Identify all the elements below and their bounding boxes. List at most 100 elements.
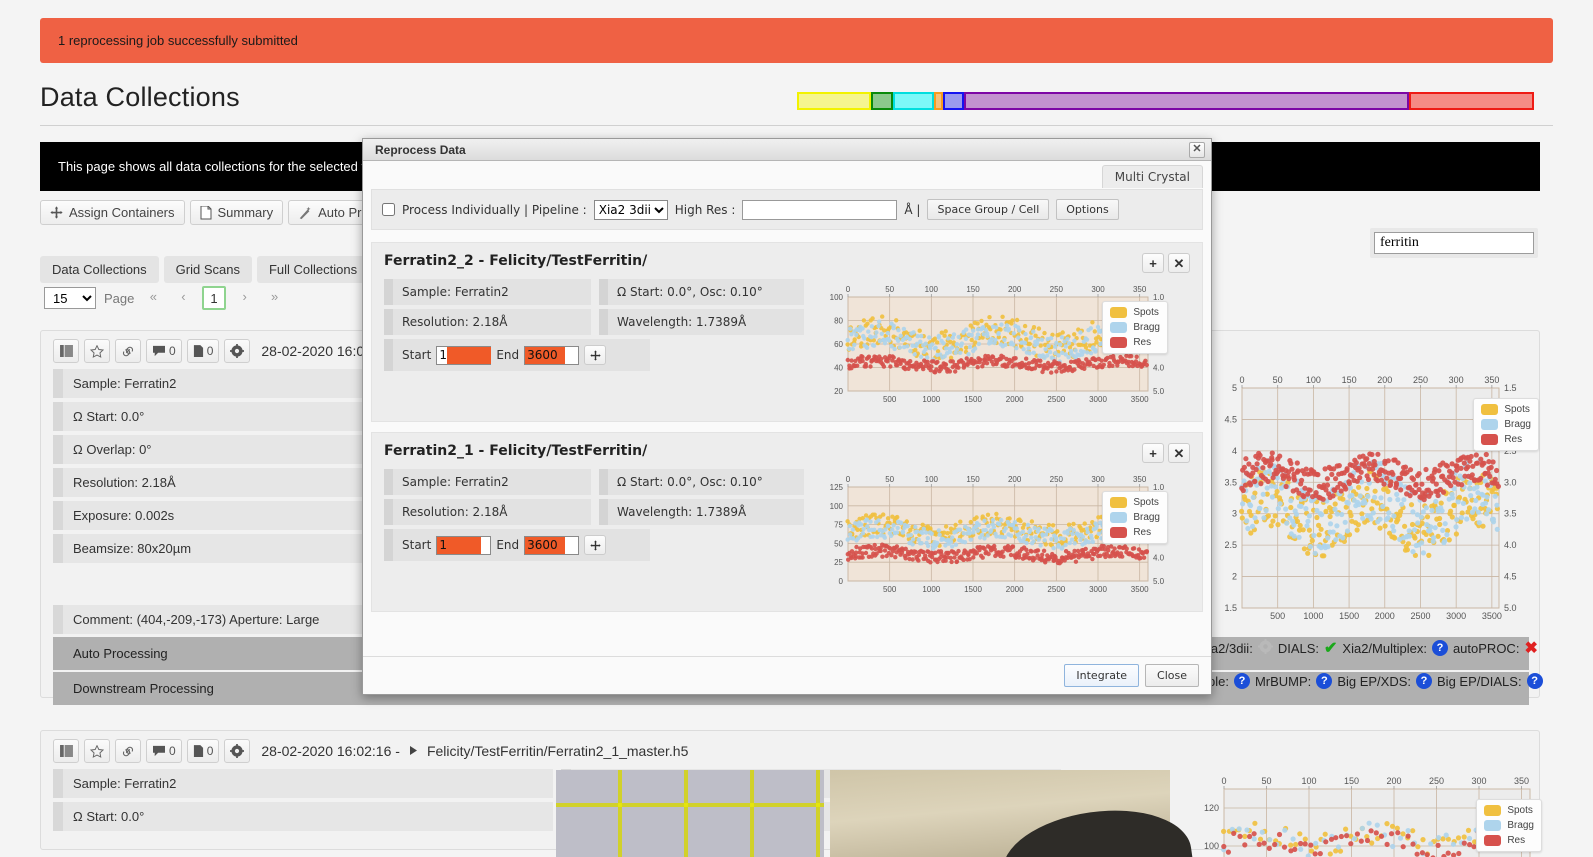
svg-text:3500: 3500 [1131, 395, 1149, 404]
remove-sweep-button[interactable]: ✕ [1168, 253, 1190, 273]
tab-grid-scans[interactable]: Grid Scans [163, 256, 252, 283]
svg-text:1000: 1000 [922, 585, 940, 594]
star-icon[interactable] [84, 339, 110, 363]
comments-button[interactable]: 0 [146, 739, 182, 763]
info-strip-text: This page shows all data collections for… [58, 159, 395, 174]
end-label: End [496, 538, 520, 552]
process-individually-checkbox[interactable] [382, 203, 395, 216]
start-label: Start [402, 348, 432, 362]
question-icon[interactable]: ? [1233, 673, 1250, 689]
svg-text:4.0: 4.0 [1153, 554, 1165, 563]
question-icon[interactable]: ? [1416, 673, 1433, 689]
move-icon[interactable] [584, 345, 607, 365]
card-resolution: Resolution: 2.18Å [384, 499, 591, 525]
colorbar-segment-yellow-pale [797, 92, 872, 110]
tab-full-collections[interactable]: Full Collections [256, 256, 370, 283]
collection-filename[interactable]: Felicity/TestFerritin/Ferratin2_1_master… [427, 743, 688, 759]
pager-current-page[interactable]: 1 [202, 286, 226, 310]
pager-first[interactable]: « [142, 286, 164, 310]
svg-text:150: 150 [966, 285, 980, 294]
check-icon[interactable]: ✔ [1324, 638, 1337, 658]
pager-prev[interactable]: ‹ [172, 286, 194, 310]
svg-text:250: 250 [1429, 776, 1444, 786]
assign-containers-button[interactable]: Assign Containers [40, 200, 185, 225]
svg-text:50: 50 [1261, 776, 1271, 786]
flash-message-text: 1 reprocessing job successfully submitte… [58, 33, 298, 48]
pager-last[interactable]: » [264, 286, 286, 310]
move-icon[interactable] [584, 535, 607, 555]
tab-data-collections[interactable]: Data Collections [40, 256, 159, 283]
svg-text:4.5: 4.5 [1504, 572, 1517, 582]
svg-text:1.5: 1.5 [1224, 603, 1237, 613]
link-icon[interactable] [115, 339, 141, 363]
move-icon [50, 206, 63, 219]
svg-text:2500: 2500 [1047, 395, 1065, 404]
legend-label: Bragg [1133, 512, 1160, 523]
legend-label: Bragg [1133, 322, 1160, 333]
expand-arrow-icon[interactable] [409, 744, 418, 759]
gear-icon[interactable] [224, 339, 251, 363]
gear-icon[interactable] [1257, 639, 1273, 657]
close-button[interactable]: Close [1145, 664, 1199, 687]
svg-text:100: 100 [830, 502, 844, 511]
legend-swatch [1110, 497, 1128, 508]
add-sweep-button[interactable]: + [1142, 443, 1164, 463]
end-image-input[interactable] [524, 535, 580, 555]
question-icon[interactable]: ? [1316, 673, 1333, 689]
svg-text:4.0: 4.0 [1504, 540, 1517, 550]
comments-button[interactable]: 0 [146, 339, 182, 363]
files-button[interactable]: 0 [186, 339, 220, 363]
legend-label: Res [1507, 835, 1526, 846]
tab-multi-crystal[interactable]: Multi Crystal [1101, 165, 1203, 188]
card-wavelength: Wavelength: 1.7389Å [599, 499, 804, 525]
svg-text:350: 350 [1133, 475, 1147, 484]
start-image-input[interactable] [436, 345, 492, 365]
svg-text:3000: 3000 [1446, 611, 1466, 621]
start-image-input[interactable] [436, 535, 492, 555]
pager-next[interactable]: › [234, 286, 256, 310]
sample-image-thumbnail[interactable] [830, 770, 1194, 857]
notebook-icon[interactable] [53, 339, 79, 363]
svg-text:2000: 2000 [1006, 395, 1024, 404]
pipeline-select[interactable]: Xia2 3diiXia2 dialsautoPROCFast DP [593, 199, 668, 220]
page-size-select[interactable]: 152550100 [44, 287, 96, 309]
remove-sweep-button[interactable]: ✕ [1168, 443, 1190, 463]
status-label: autoPROC: [1452, 640, 1520, 656]
add-sweep-button[interactable]: + [1142, 253, 1164, 273]
svg-text:100: 100 [1204, 841, 1219, 851]
svg-text:5.0: 5.0 [1504, 603, 1517, 613]
auto-processing-status-row: ia2/3dii: DIALS: ✔ Xia2/Multiplex:? autoP… [1208, 638, 1538, 658]
legend-swatch [1110, 527, 1128, 538]
legend-item: Spots [1110, 307, 1160, 318]
status-label: ia2/3dii: [1208, 640, 1253, 656]
svg-text:3000: 3000 [1089, 395, 1107, 404]
high-res-label: High Res : [674, 202, 736, 217]
question-icon[interactable]: ? [1431, 640, 1448, 656]
file-count: 0 [206, 344, 214, 358]
legend-item: Bragg [1110, 512, 1160, 523]
reprocess-data-modal: Reprocess Data ✕ Multi Crystal Process I… [362, 138, 1212, 695]
svg-text:350: 350 [1514, 776, 1529, 786]
modal-close-icon[interactable]: ✕ [1189, 141, 1205, 158]
modal-titlebar[interactable]: Reprocess Data ✕ [363, 139, 1211, 161]
integrate-button[interactable]: Integrate [1064, 664, 1140, 687]
link-icon[interactable] [115, 739, 141, 763]
card-range-row: Start 1 End 3600 [384, 529, 650, 561]
star-icon[interactable] [84, 739, 110, 763]
cross-icon[interactable]: ✖ [1524, 638, 1537, 658]
end-image-input[interactable] [524, 345, 580, 365]
gear-icon[interactable] [224, 739, 251, 763]
space-group-cell-button[interactable]: Space Group / Cell [927, 199, 1050, 220]
summary-button[interactable]: Summary [189, 200, 284, 225]
file-count: 0 [206, 744, 214, 758]
svg-text:250: 250 [1050, 285, 1064, 294]
svg-text:2: 2 [1232, 572, 1237, 582]
options-button[interactable]: Options [1056, 199, 1119, 220]
notebook-icon[interactable] [53, 739, 79, 763]
card-resolution: Resolution: 2.18Å [384, 309, 591, 335]
diffraction-thumbnail[interactable] [556, 770, 824, 857]
search-input[interactable] [1374, 232, 1534, 254]
question-icon[interactable]: ? [1526, 673, 1543, 689]
files-button[interactable]: 0 [186, 739, 220, 763]
high-res-input[interactable] [742, 199, 898, 220]
